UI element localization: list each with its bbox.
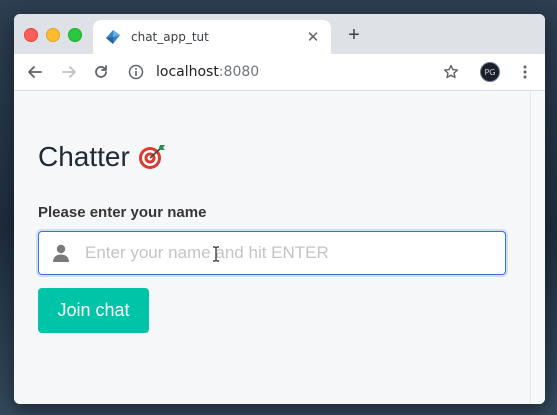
- bookmark-star-icon[interactable]: [442, 63, 460, 81]
- url-text: localhost:8080: [156, 64, 259, 80]
- profile-initials: PG: [484, 67, 496, 77]
- profile-avatar[interactable]: PG: [480, 62, 500, 82]
- minimize-window-button[interactable]: [46, 28, 60, 42]
- tab-strip: chat_app_tut ✕ +: [14, 14, 545, 54]
- name-label: Please enter your name: [38, 204, 207, 221]
- new-tab-icon[interactable]: +: [345, 25, 363, 45]
- browser-toolbar: localhost:8080 PG: [14, 54, 545, 91]
- maximize-window-button[interactable]: [68, 28, 82, 42]
- name-input[interactable]: [83, 242, 487, 264]
- page-content: Chatter Please enter your name Join chat: [14, 91, 545, 404]
- address-bar[interactable]: localhost:8080: [128, 60, 468, 84]
- info-icon[interactable]: [128, 64, 144, 80]
- forward-icon[interactable]: [60, 63, 78, 81]
- page-title-text: Chatter: [38, 141, 130, 172]
- join-chat-button[interactable]: Join chat: [38, 288, 149, 333]
- url-host: localhost: [156, 64, 219, 80]
- page-title: Chatter: [38, 141, 166, 173]
- close-window-button[interactable]: [24, 28, 38, 42]
- browser-window: chat_app_tut ✕ + localhost:8080 PG Chatt…: [14, 14, 545, 404]
- close-tab-icon[interactable]: ✕: [305, 28, 321, 46]
- back-icon[interactable]: [26, 63, 44, 81]
- tab-title: chat_app_tut: [131, 30, 209, 44]
- target-dart-icon: [138, 145, 165, 169]
- tab-active[interactable]: chat_app_tut ✕: [93, 20, 331, 54]
- favicon-icon: [106, 30, 120, 44]
- window-controls: [24, 28, 82, 42]
- reload-icon[interactable]: [92, 63, 110, 81]
- user-icon: [53, 244, 69, 262]
- url-port: :8080: [218, 64, 260, 80]
- name-field[interactable]: [38, 231, 506, 275]
- text-cursor-icon: [213, 246, 219, 262]
- scrollbar[interactable]: [530, 91, 545, 404]
- browser-menu-icon[interactable]: [516, 63, 534, 81]
